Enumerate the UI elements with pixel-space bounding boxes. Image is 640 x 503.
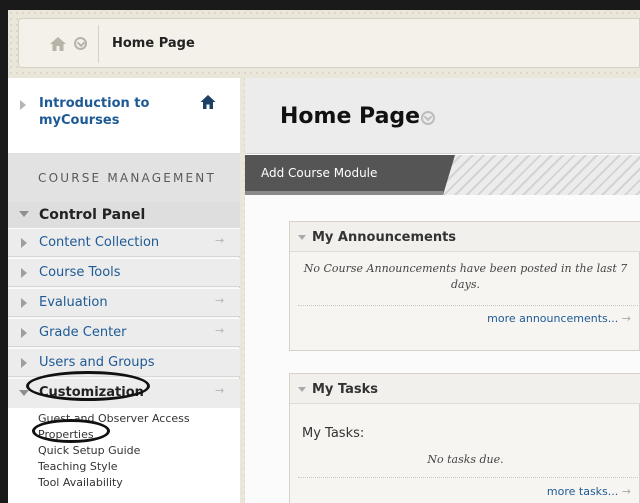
main-content: Home Page Add Course Module My Announcem…: [245, 78, 640, 503]
home-icon[interactable]: [200, 94, 216, 110]
tasks-header[interactable]: My Tasks: [290, 374, 640, 404]
action-bar: Add Course Module: [245, 155, 640, 195]
announcements-empty-message: No Course Announcements have been posted…: [303, 262, 628, 291]
right-arrow-icon[interactable]: →: [215, 324, 224, 337]
tasks-title: My Tasks: [312, 382, 379, 397]
action-bar-divider: [443, 155, 455, 195]
menu-item-grade-center[interactable]: Grade Center →: [8, 318, 240, 347]
right-arrow-icon[interactable]: →: [215, 294, 224, 307]
expand-triangle-icon: [20, 100, 26, 110]
right-arrow-icon: →: [621, 312, 631, 325]
add-course-module-button[interactable]: Add Course Module: [245, 155, 443, 195]
announcements-header[interactable]: My Announcements: [290, 222, 640, 252]
control-panel-label: Control Panel: [39, 207, 146, 223]
menu-item-label: Users and Groups: [39, 355, 155, 370]
breadcrumb-current: Home Page: [112, 36, 195, 51]
control-panel-header[interactable]: Control Panel: [8, 202, 240, 228]
submenu-item-teaching-style[interactable]: Teaching Style: [38, 460, 118, 473]
page-header: Home Page: [245, 78, 640, 154]
menu-item-label: Content Collection: [39, 235, 160, 250]
divider: [298, 477, 638, 478]
more-tasks-link[interactable]: more tasks... →: [547, 485, 631, 498]
course-menu: Introduction to myCourses COURSE MANAGEM…: [8, 78, 240, 503]
page-menu-chevron-icon[interactable]: [421, 111, 435, 125]
right-arrow-icon[interactable]: →: [215, 384, 224, 397]
tasks-label: My Tasks:: [302, 426, 365, 441]
menu-item-label: Course Tools: [39, 265, 121, 280]
more-announcements-link[interactable]: more announcements... →: [487, 312, 631, 325]
course-management-label: COURSE MANAGEMENT: [38, 171, 217, 185]
submenu-item-properties[interactable]: Properties: [38, 428, 94, 441]
announcements-module: My Announcements No Course Announcements…: [289, 221, 640, 351]
submenu-item-quick-setup-guide[interactable]: Quick Setup Guide: [38, 444, 140, 457]
breadcrumb-divider: [98, 25, 99, 63]
customization-submenu: Guest and Observer Access Properties Qui…: [8, 408, 240, 503]
modules-area: My Announcements No Course Announcements…: [245, 195, 640, 503]
breadcrumb: Home Page: [18, 18, 640, 68]
more-announcements-label: more announcements...: [487, 312, 619, 325]
menu-item-label: Evaluation: [39, 295, 108, 310]
expand-triangle-icon: [21, 298, 27, 308]
course-title-link[interactable]: Introduction to myCourses: [8, 78, 240, 154]
collapse-triangle-icon: [19, 211, 29, 217]
menu-item-label: Grade Center: [39, 325, 127, 340]
more-tasks-label: more tasks...: [546, 485, 619, 498]
app-frame: Home Page Introduction to myCourses COUR…: [8, 10, 640, 503]
course-management-header: COURSE MANAGEMENT: [8, 154, 240, 202]
menu-item-users-and-groups[interactable]: Users and Groups: [8, 348, 240, 377]
tasks-empty-message: No tasks due.: [427, 453, 504, 466]
expand-triangle-icon: [21, 238, 27, 248]
right-arrow-icon: →: [621, 485, 631, 498]
submenu-item-guest-observer-access[interactable]: Guest and Observer Access: [38, 412, 190, 425]
add-course-module-label: Add Course Module: [261, 166, 378, 180]
menu-item-customization[interactable]: Customization →: [8, 379, 240, 408]
submenu-item-tool-availability[interactable]: Tool Availability: [38, 476, 123, 489]
expand-triangle-icon: [21, 358, 27, 368]
menu-item-course-tools[interactable]: Course Tools: [8, 258, 240, 287]
menu-item-content-collection[interactable]: Content Collection →: [8, 228, 240, 257]
menu-item-evaluation[interactable]: Evaluation →: [8, 288, 240, 317]
tasks-module: My Tasks My Tasks: No tasks due. more ta…: [289, 373, 640, 503]
course-title[interactable]: Introduction to myCourses: [39, 95, 179, 129]
collapse-triangle-icon[interactable]: [298, 387, 306, 392]
page-title: Home Page: [280, 104, 421, 129]
expand-triangle-icon: [21, 268, 27, 278]
collapse-triangle-icon: [19, 390, 29, 396]
divider: [298, 305, 638, 306]
home-icon[interactable]: [49, 35, 67, 53]
announcements-title: My Announcements: [312, 230, 457, 245]
collapse-triangle-icon[interactable]: [298, 235, 306, 240]
right-arrow-icon[interactable]: →: [215, 234, 224, 247]
customization-label: Customization: [39, 385, 144, 400]
expand-triangle-icon: [21, 328, 27, 338]
breadcrumb-menu-chevron-icon[interactable]: [74, 37, 87, 50]
